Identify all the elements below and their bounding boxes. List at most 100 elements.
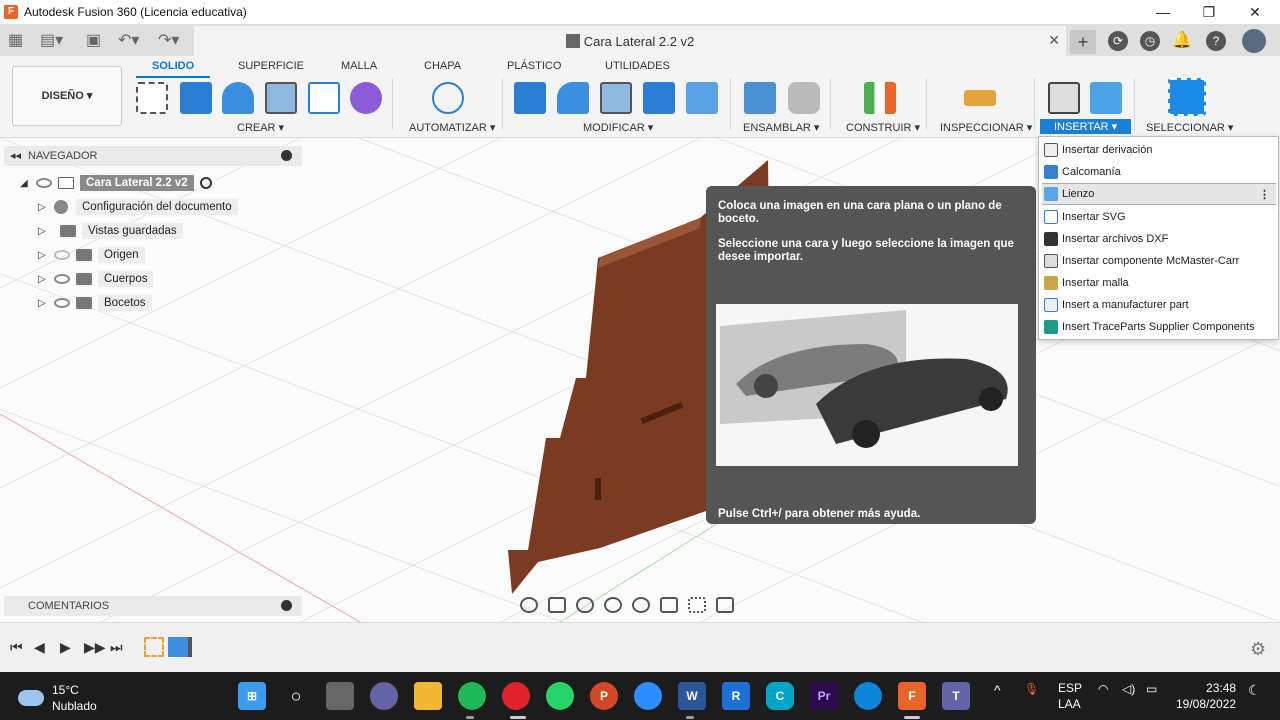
browser-item-origen[interactable]: ▷ Origen — [38, 246, 145, 264]
maximize-button[interactable]: ❐ — [1186, 0, 1232, 24]
automate-icon[interactable] — [432, 82, 464, 114]
group-construir[interactable]: CONSTRUIR ▾ — [846, 121, 920, 134]
menu-item-insertar-dxf[interactable]: Insertar archivos DXF — [1042, 228, 1276, 250]
opera-icon[interactable] — [502, 682, 530, 710]
menu-item-insertar-svg[interactable]: Insertar SVG — [1042, 206, 1276, 228]
expand-triangle-icon[interactable]: ◢ — [20, 178, 30, 189]
powerpoint-icon[interactable]: P — [590, 682, 618, 710]
start-icon[interactable]: ⊞ — [238, 682, 266, 710]
new-component-icon[interactable] — [744, 82, 776, 114]
orbit-icon[interactable] — [520, 597, 538, 613]
whatsapp-icon[interactable] — [546, 682, 574, 710]
group-insertar[interactable]: INSERTAR ▾ — [1040, 119, 1132, 134]
go-to-end-button[interactable]: ⏭ — [110, 639, 123, 656]
save-icon[interactable]: ▣ — [86, 30, 101, 50]
canvas-image-icon[interactable] — [1090, 82, 1122, 114]
zoom-icon[interactable] — [604, 597, 622, 613]
microphone-icon[interactable]: 🎙 — [1024, 682, 1039, 696]
word-icon[interactable]: W — [678, 682, 706, 710]
joint-icon[interactable] — [788, 82, 820, 114]
canva-icon[interactable]: C — [766, 682, 794, 710]
wifi-icon[interactable]: ◠ — [1098, 682, 1108, 696]
undo-icon[interactable]: ↶▾ — [118, 30, 139, 50]
menu-item-insertar-malla[interactable]: Insertar malla — [1042, 272, 1276, 294]
hole-icon[interactable] — [265, 82, 297, 114]
menu-item-manufacturer-part[interactable]: Insert a manufacturer part — [1042, 294, 1276, 316]
more-options-icon[interactable]: ⋮ — [1259, 188, 1270, 201]
press-pull-icon[interactable] — [514, 82, 546, 114]
close-tab-icon[interactable]: ✕ — [1048, 32, 1060, 49]
help-icon[interactable]: ? — [1206, 31, 1226, 51]
pan-hand-icon[interactable] — [576, 597, 594, 613]
group-ensamblar[interactable]: ENSAMBLAR ▾ — [743, 121, 819, 134]
task-view-icon[interactable] — [326, 682, 354, 710]
document-tab[interactable]: Cara Lateral 2.2 v2 ✕ — [194, 26, 1066, 56]
collapse-browser-icon[interactable]: ◂◂ — [10, 149, 21, 162]
avatar[interactable] — [1242, 29, 1266, 53]
expand-triangle-icon[interactable]: ▷ — [38, 298, 48, 309]
spotify-icon[interactable] — [458, 682, 486, 710]
timeline-extrude-icon[interactable] — [168, 637, 188, 657]
revolve-icon[interactable] — [222, 82, 254, 114]
menu-item-lienzo[interactable]: Lienzo ⋮ — [1042, 183, 1276, 205]
viewports-icon[interactable] — [716, 597, 734, 613]
pattern-icon[interactable] — [308, 82, 340, 114]
hidden-eye-icon[interactable] — [54, 250, 70, 260]
tab-malla[interactable]: MALLA — [341, 60, 377, 72]
select-icon[interactable] — [1168, 78, 1206, 116]
tab-plastico[interactable]: PLÁSTICO — [507, 60, 561, 72]
insert-derive-icon[interactable] — [1048, 82, 1080, 114]
group-inspeccionar[interactable]: INSPECCIONAR ▾ — [940, 121, 1032, 134]
visibility-eye-icon[interactable] — [36, 178, 52, 188]
browser-panel-header[interactable]: ◂◂ NAVEGADOR — [4, 146, 302, 166]
group-seleccionar[interactable]: SELECCIONAR ▾ — [1146, 121, 1233, 134]
display-settings-icon[interactable] — [660, 597, 678, 613]
timeline-settings-gear-icon[interactable]: ⚙ — [1250, 639, 1266, 660]
notification-center-icon[interactable]: ☾ — [1248, 682, 1261, 699]
weather-widget[interactable]: 15°C Nublado — [18, 682, 97, 714]
expand-triangle-icon[interactable]: ▷ — [38, 226, 48, 237]
extensions-icon[interactable]: ⟳ — [1108, 31, 1128, 51]
tab-superficie[interactable]: SUPERFICIE — [238, 60, 304, 72]
go-to-start-button[interactable]: ⏮ — [10, 639, 23, 656]
group-modificar[interactable]: MODIFICAR ▾ — [583, 121, 653, 134]
menu-item-insertar-derivacion[interactable]: Insertar derivación — [1042, 139, 1276, 161]
browser-item-cuerpos[interactable]: ▷ Cuerpos — [38, 270, 154, 288]
step-back-button[interactable]: ◀ — [34, 639, 45, 656]
add-comment-icon[interactable] — [281, 600, 292, 611]
comments-panel-header[interactable]: COMENTARIOS — [4, 596, 302, 616]
minimize-button[interactable]: — — [1140, 0, 1186, 24]
shell-icon[interactable] — [600, 82, 632, 114]
expand-triangle-icon[interactable]: ▷ — [38, 250, 48, 261]
timeline-marker[interactable] — [188, 637, 192, 657]
offset-plane-icon[interactable] — [864, 82, 896, 114]
group-automatizar[interactable]: AUTOMATIZAR ▾ — [409, 121, 495, 134]
look-at-icon[interactable] — [548, 597, 566, 613]
step-forward-button[interactable]: ▶▶ — [84, 639, 106, 656]
measure-icon[interactable] — [964, 90, 996, 106]
expand-triangle-icon[interactable]: ▷ — [38, 274, 48, 285]
browser-item-config[interactable]: ▷ Configuración del documento — [38, 198, 238, 216]
premiere-icon[interactable]: Pr — [810, 682, 838, 710]
visibility-eye-icon[interactable] — [54, 298, 70, 308]
menu-item-traceparts[interactable]: Insert TraceParts Supplier Components — [1042, 316, 1276, 338]
file-explorer-icon[interactable] — [414, 682, 442, 710]
create-sketch-icon[interactable] — [136, 82, 168, 114]
fit-icon[interactable] — [632, 597, 650, 613]
combine-icon[interactable] — [643, 82, 675, 114]
clock[interactable]: 23:48 19/08/2022 — [1176, 680, 1236, 712]
file-menu-icon[interactable]: ▤▾ — [40, 30, 63, 50]
create-form-icon[interactable] — [350, 82, 382, 114]
redo-icon[interactable]: ↷▾ — [158, 30, 179, 50]
visibility-eye-icon[interactable] — [54, 274, 70, 284]
offset-face-icon[interactable] — [686, 82, 718, 114]
close-button[interactable]: ✕ — [1232, 0, 1278, 24]
chat-icon[interactable] — [370, 682, 398, 710]
extrude-icon[interactable] — [180, 82, 212, 114]
browser-item-vistas[interactable]: ▷ Vistas guardadas — [38, 222, 183, 240]
grid-menu-icon[interactable]: ▦ — [8, 30, 23, 50]
timeline-sketch-icon[interactable] — [144, 637, 164, 657]
language-indicator[interactable]: ESP LAA — [1058, 680, 1082, 712]
revit-icon[interactable]: R — [722, 682, 750, 710]
tab-chapa[interactable]: CHAPA — [424, 60, 461, 72]
